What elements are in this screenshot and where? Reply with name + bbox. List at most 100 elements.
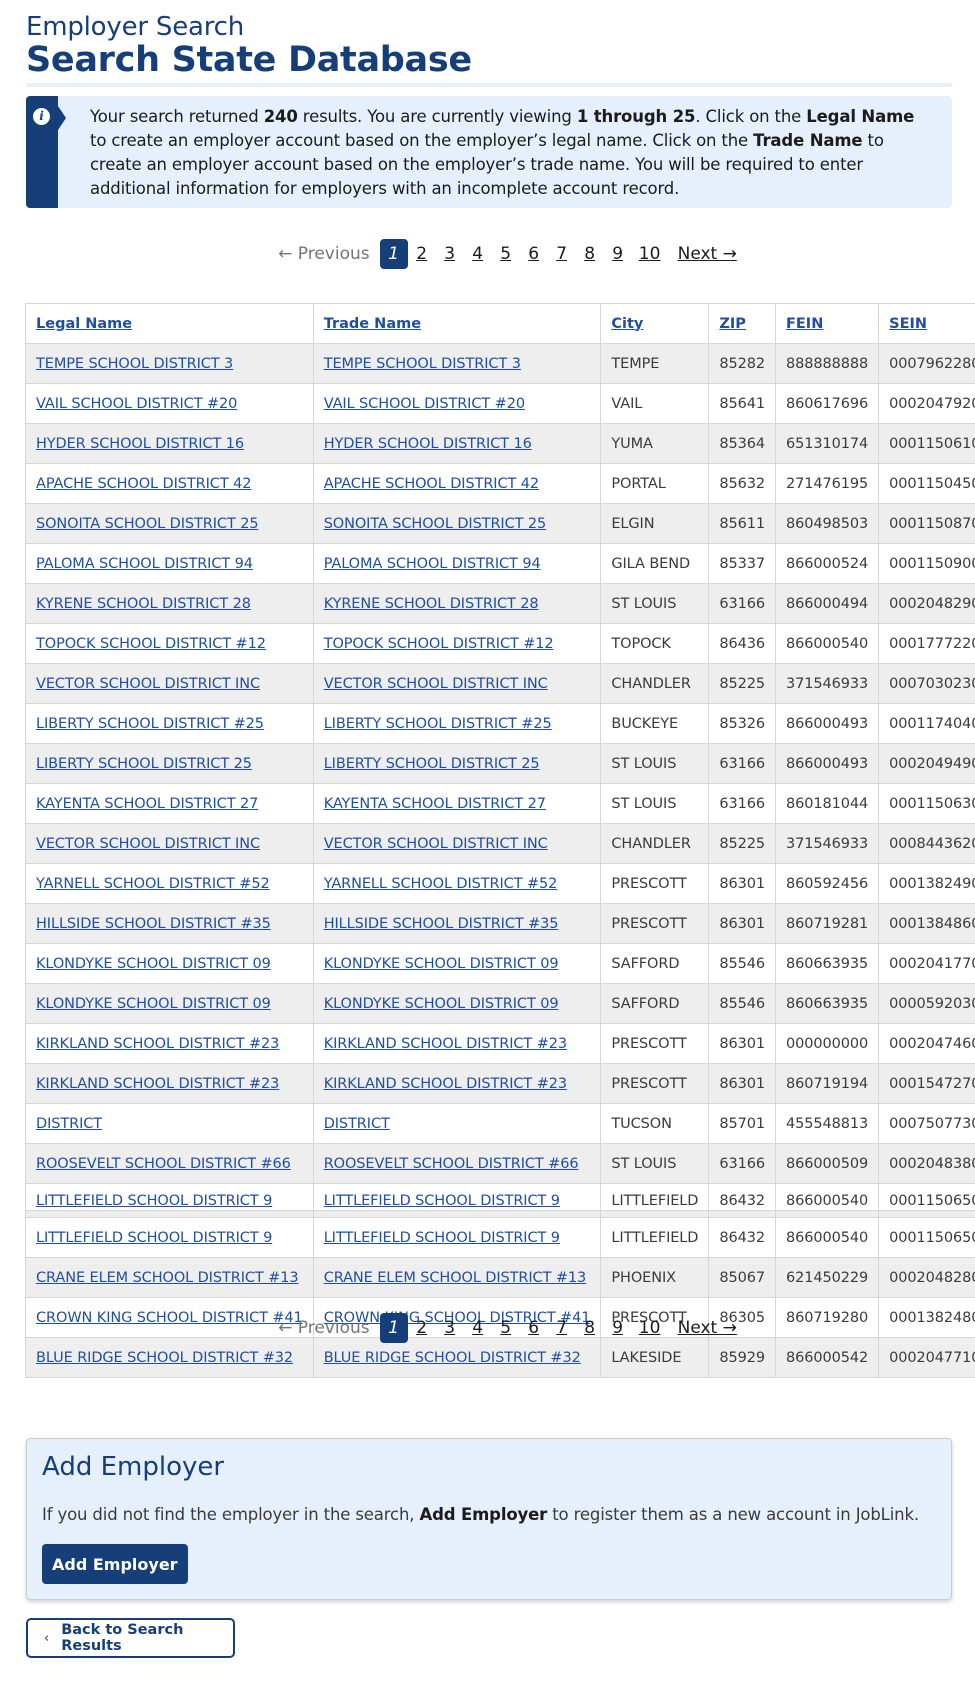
trade-name-link[interactable]: LITTLEFIELD SCHOOL DISTRICT 9 xyxy=(324,1230,560,1246)
page-link-8[interactable]: 8 xyxy=(576,1313,604,1343)
city-value: ST LOUIS xyxy=(611,795,677,812)
page-link-9[interactable]: 9 xyxy=(604,1313,632,1343)
page-link-4[interactable]: 4 xyxy=(464,1313,492,1343)
trade-name-link[interactable]: LIBERTY SCHOOL DISTRICT 25 xyxy=(324,756,540,772)
page-link-5[interactable]: 5 xyxy=(492,239,520,269)
trade-name-link[interactable]: VECTOR SCHOOL DISTRICT INC xyxy=(324,836,548,852)
legal-name-link[interactable]: LITTLEFIELD SCHOOL DISTRICT 9 xyxy=(36,1230,272,1246)
page-link-7[interactable]: 7 xyxy=(548,239,576,269)
trade-name-link[interactable]: LIBERTY SCHOOL DISTRICT #25 xyxy=(324,716,552,732)
sort-fein-link[interactable]: FEIN xyxy=(786,316,823,332)
legal-name-link[interactable]: CRANE ELEM SCHOOL DISTRICT #13 xyxy=(36,1270,299,1286)
legal-name-link[interactable]: TEMPE SCHOOL DISTRICT 3 xyxy=(36,356,233,372)
cell-zip: 63166 xyxy=(708,783,776,824)
page-link-1[interactable]: 1 xyxy=(379,1313,408,1343)
trade-name-link[interactable]: KLONDYKE SCHOOL DISTRICT 09 xyxy=(324,996,559,1012)
trade-name-link[interactable]: KLONDYKE SCHOOL DISTRICT 09 xyxy=(324,956,559,972)
trade-name-link[interactable]: SONOITA SCHOOL DISTRICT 25 xyxy=(324,516,547,532)
sort-city-link[interactable]: City xyxy=(611,316,643,332)
legal-name-link[interactable]: KYRENE SCHOOL DISTRICT 28 xyxy=(36,596,251,612)
legal-name-link[interactable]: VECTOR SCHOOL DISTRICT INC xyxy=(36,836,260,852)
cell-fein: 860663935 xyxy=(774,943,880,984)
legal-name-link[interactable]: DISTRICT xyxy=(36,1116,102,1132)
trade-name-link[interactable]: YARNELL SCHOOL DISTRICT #52 xyxy=(324,876,558,892)
legal-name-link[interactable]: KIRKLAND SCHOOL DISTRICT #23 xyxy=(36,1076,279,1092)
page-link-3[interactable]: 3 xyxy=(436,239,464,269)
legal-name-link[interactable]: HILLSIDE SCHOOL DISTRICT #35 xyxy=(36,916,271,932)
trade-name-link[interactable]: HILLSIDE SCHOOL DISTRICT #35 xyxy=(324,916,559,932)
trade-name-link[interactable]: KAYENTA SCHOOL DISTRICT 27 xyxy=(324,796,546,812)
legal-name-link[interactable]: LITTLEFIELD SCHOOL DISTRICT 9 xyxy=(36,1190,303,1210)
back-button-label: Back to Search Results xyxy=(61,1622,184,1654)
page-link-1[interactable]: 1 xyxy=(379,239,408,269)
add-employer-button[interactable]: Add Employer xyxy=(42,1544,188,1584)
sort-sein-link[interactable]: SEIN xyxy=(889,316,927,332)
trade-name-link[interactable]: KYRENE SCHOOL DISTRICT 28 xyxy=(324,596,539,612)
back-to-search-results-button[interactable]: ‹ Back to Search Results xyxy=(26,1618,235,1658)
page-link-2[interactable]: 2 xyxy=(408,239,436,269)
legal-name-link[interactable]: SONOITA SCHOOL DISTRICT 25 xyxy=(36,516,259,532)
legal-name-link[interactable]: TOPOCK SCHOOL DISTRICT #12 xyxy=(36,636,266,652)
sort-zip-link[interactable]: ZIP xyxy=(719,316,746,332)
seam-cell xyxy=(708,1210,776,1218)
cell-legal: LITTLEFIELD SCHOOL DISTRICT 9 xyxy=(25,1217,314,1258)
cell-legal: YARNELL SCHOOL DISTRICT #52 xyxy=(25,863,314,904)
trade-name-link[interactable]: KIRKLAND SCHOOL DISTRICT #23 xyxy=(324,1076,567,1092)
previous-page-link[interactable]: ← Previous xyxy=(278,244,370,264)
page-link-7[interactable]: 7 xyxy=(548,1313,576,1343)
legal-name-link[interactable]: ROOSEVELT SCHOOL DISTRICT #66 xyxy=(36,1156,291,1172)
zip-value: 86432 xyxy=(719,1193,765,1209)
legal-name-link[interactable]: LIBERTY SCHOOL DISTRICT 25 xyxy=(36,756,252,772)
legal-name-link[interactable]: KLONDYKE SCHOOL DISTRICT 09 xyxy=(36,956,271,972)
page-link-9[interactable]: 9 xyxy=(604,239,632,269)
legal-name-link[interactable]: YARNELL SCHOOL DISTRICT #52 xyxy=(36,876,270,892)
page-link-8[interactable]: 8 xyxy=(576,239,604,269)
legal-name-link[interactable]: HYDER SCHOOL DISTRICT 16 xyxy=(36,436,244,452)
sort-trade-name-link[interactable]: Trade Name xyxy=(324,316,421,332)
page-link-6[interactable]: 6 xyxy=(520,1313,548,1343)
cell-legal: KLONDYKE SCHOOL DISTRICT 09 xyxy=(25,943,314,984)
trade-name-link[interactable]: TEMPE SCHOOL DISTRICT 3 xyxy=(324,356,521,372)
legal-name-link[interactable]: PALOMA SCHOOL DISTRICT 94 xyxy=(36,556,253,572)
legal-name-link[interactable]: VAIL SCHOOL DISTRICT #20 xyxy=(36,396,237,412)
cell-trade: KLONDYKE SCHOOL DISTRICT 09 xyxy=(312,943,602,984)
page-link-4[interactable]: 4 xyxy=(464,239,492,269)
page-link-2[interactable]: 2 xyxy=(408,1313,436,1343)
trade-name-link[interactable]: KIRKLAND SCHOOL DISTRICT #23 xyxy=(324,1036,567,1052)
zip-value: 86301 xyxy=(719,1035,765,1052)
next-page-link[interactable]: Next → xyxy=(678,1318,737,1338)
trade-name-link[interactable]: DISTRICT xyxy=(324,1116,390,1132)
legal-name-link[interactable]: BLUE RIDGE SCHOOL DISTRICT #32 xyxy=(36,1350,293,1366)
legal-name-link[interactable]: APACHE SCHOOL DISTRICT 42 xyxy=(36,476,251,492)
sort-legal-name-link[interactable]: Legal Name xyxy=(36,316,132,332)
trade-name-link[interactable]: HYDER SCHOOL DISTRICT 16 xyxy=(324,436,532,452)
trade-name-link[interactable]: PALOMA SCHOOL DISTRICT 94 xyxy=(324,556,541,572)
cell-fein: 888888888 xyxy=(774,343,880,384)
sein-value: 0007507730 xyxy=(889,1115,975,1132)
trade-name-link[interactable]: APACHE SCHOOL DISTRICT 42 xyxy=(324,476,539,492)
trade-name-link[interactable]: BLUE RIDGE SCHOOL DISTRICT #32 xyxy=(324,1350,581,1366)
page-link-10[interactable]: 10 xyxy=(632,1313,668,1343)
legal-name-link[interactable]: KLONDYKE SCHOOL DISTRICT 09 xyxy=(36,996,271,1012)
legal-name-link[interactable]: KIRKLAND SCHOOL DISTRICT #23 xyxy=(36,1036,279,1052)
legal-name-link[interactable]: KAYENTA SCHOOL DISTRICT 27 xyxy=(36,796,258,812)
legal-name-link[interactable]: VECTOR SCHOOL DISTRICT INC xyxy=(36,676,260,692)
trade-name-link[interactable]: VAIL SCHOOL DISTRICT #20 xyxy=(324,396,525,412)
trade-name-link[interactable]: ROOSEVELT SCHOOL DISTRICT #66 xyxy=(324,1156,579,1172)
trade-name-link[interactable]: LITTLEFIELD SCHOOL DISTRICT 9 xyxy=(324,1190,591,1210)
page-link-10[interactable]: 10 xyxy=(632,239,668,269)
next-page-link[interactable]: Next → xyxy=(678,244,737,264)
city-value: SAFFORD xyxy=(611,995,680,1012)
trade-name-link[interactable]: VECTOR SCHOOL DISTRICT INC xyxy=(324,676,548,692)
page-link-3[interactable]: 3 xyxy=(436,1313,464,1343)
trade-name-link[interactable]: TOPOCK SCHOOL DISTRICT #12 xyxy=(324,636,554,652)
cell-sein: 0001384860 xyxy=(878,903,975,944)
legal-name-link[interactable]: LIBERTY SCHOOL DISTRICT #25 xyxy=(36,716,264,732)
page-link-5[interactable]: 5 xyxy=(492,1313,520,1343)
trade-name-link[interactable]: CRANE ELEM SCHOOL DISTRICT #13 xyxy=(324,1270,587,1286)
page-link-6[interactable]: 6 xyxy=(520,239,548,269)
add-employer-panel: Add Employer If you did not find the emp… xyxy=(26,1438,952,1600)
previous-page-link[interactable]: ← Previous xyxy=(278,1318,370,1338)
cell-city: CHANDLER xyxy=(600,823,710,864)
cell-trade: KLONDYKE SCHOOL DISTRICT 09 xyxy=(312,983,602,1024)
